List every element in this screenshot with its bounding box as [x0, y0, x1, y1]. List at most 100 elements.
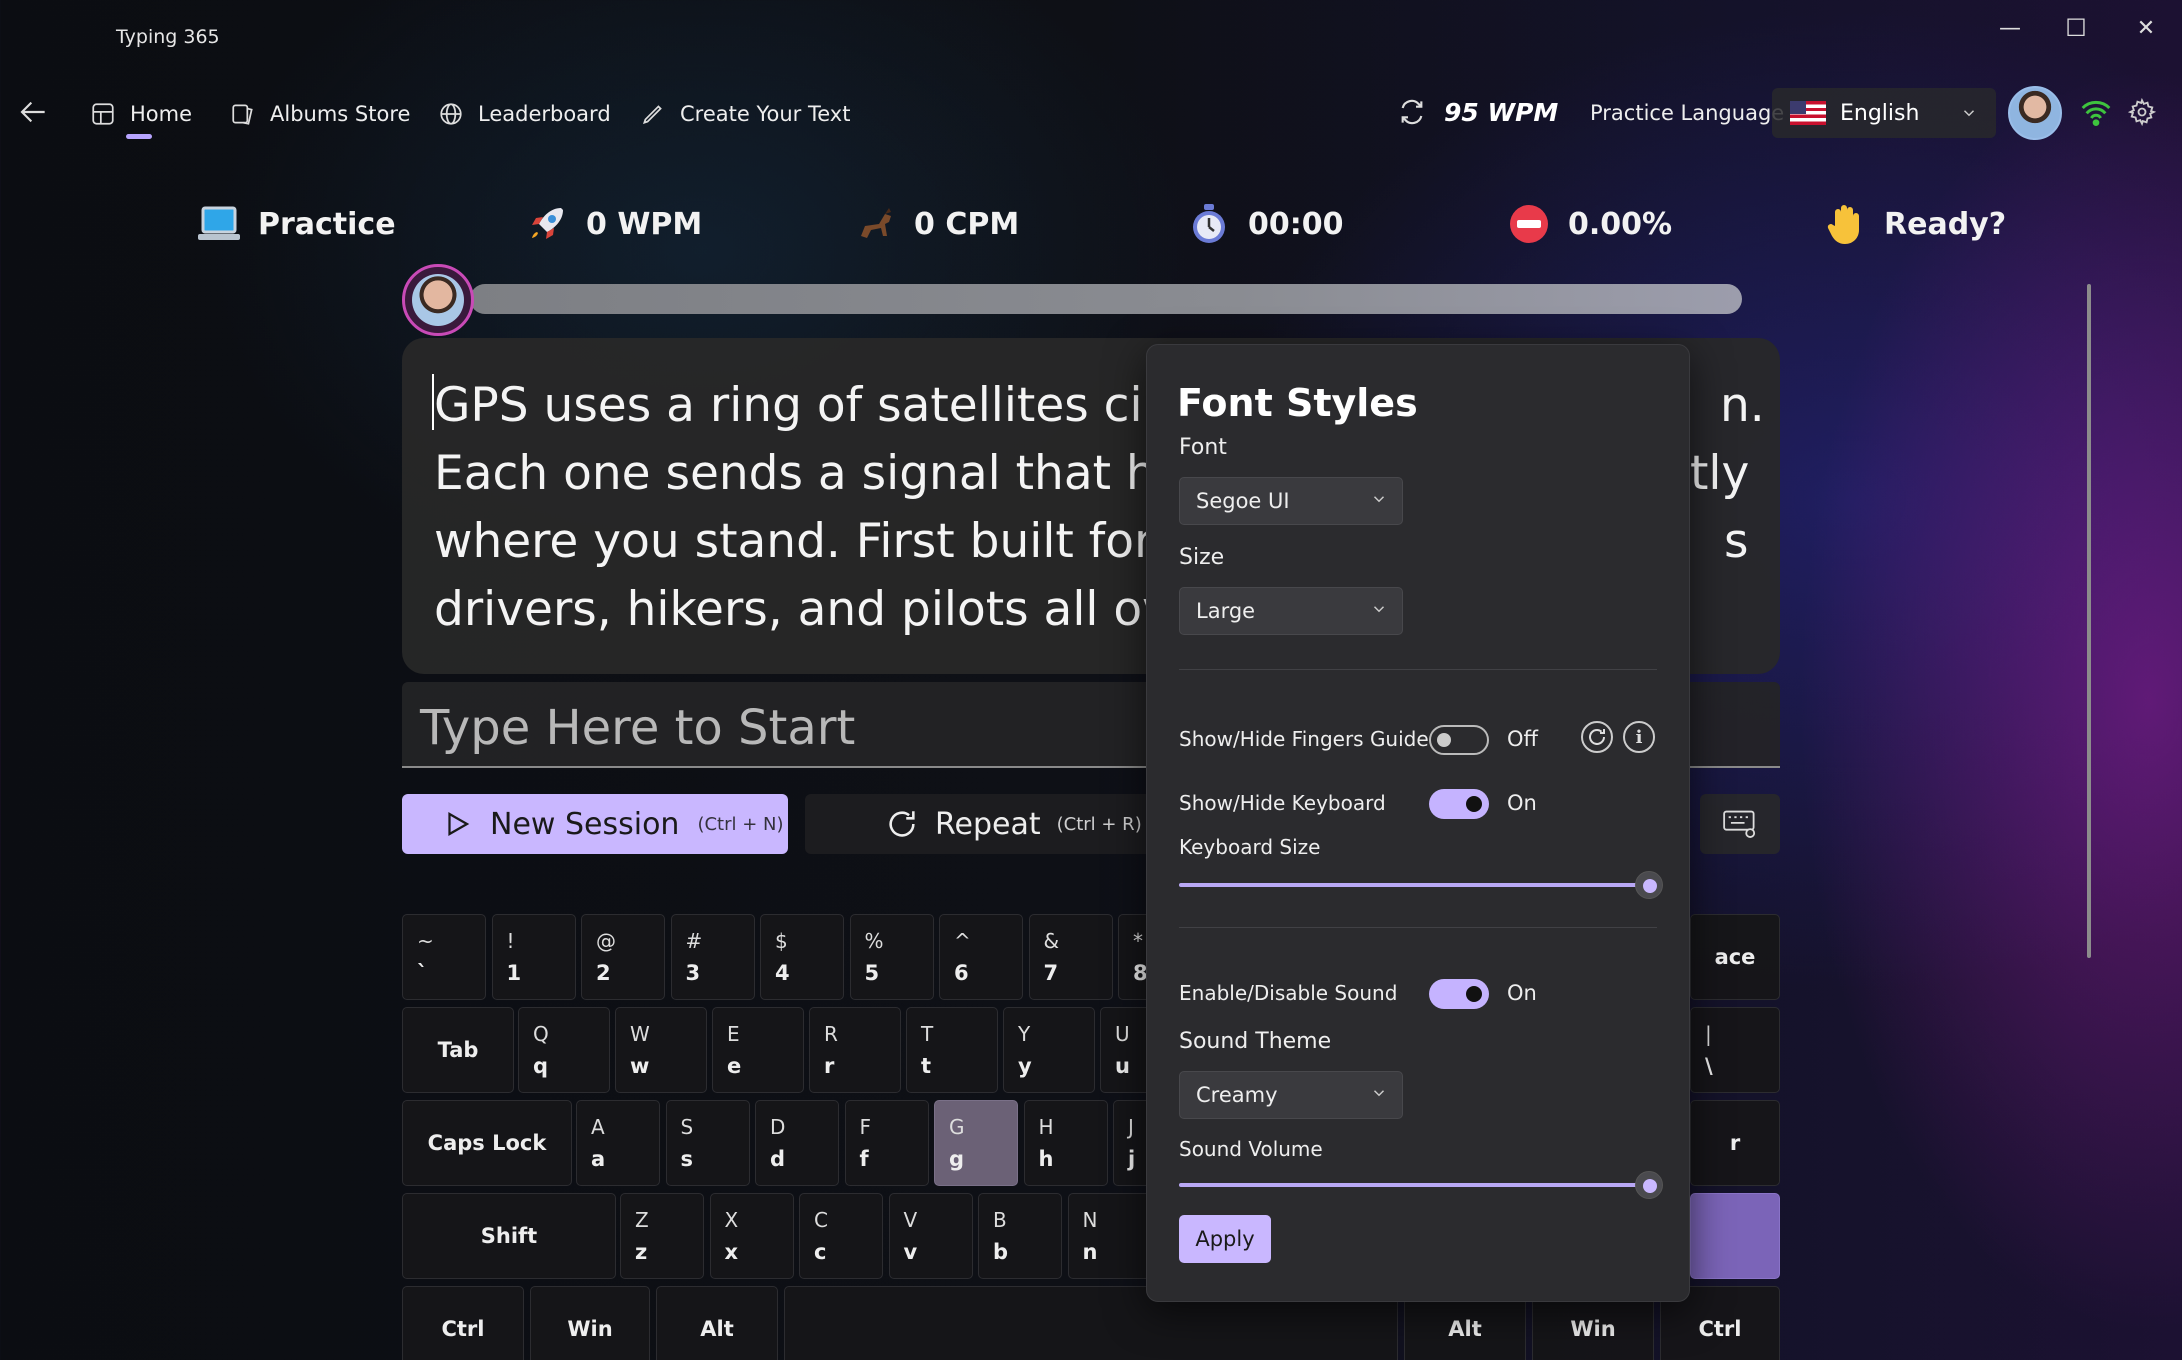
key-4[interactable]: $4: [760, 914, 844, 1000]
language-select[interactable]: English: [1772, 88, 1996, 138]
key-shift-char: C: [814, 1208, 828, 1232]
key-b[interactable]: Bb: [978, 1193, 1062, 1279]
key-shift-char: $: [775, 929, 788, 953]
key-shift-char: T: [921, 1022, 934, 1046]
keyboard-size-slider[interactable]: [1179, 871, 1663, 899]
key-f[interactable]: Ff: [844, 1100, 929, 1186]
key-`[interactable]: ~ `: [402, 914, 486, 1000]
key-alt-left[interactable]: Alt: [656, 1286, 778, 1360]
divider: [1179, 669, 1657, 670]
fingers-guide-label: Show/Hide Fingers Guide: [1179, 727, 1429, 751]
key-d[interactable]: Dd: [755, 1100, 839, 1186]
key-caps-lock[interactable]: Caps Lock: [402, 1100, 572, 1186]
key-char: g: [949, 1147, 965, 1171]
key-char: b: [993, 1240, 1009, 1264]
key-g[interactable]: Gg: [934, 1100, 1018, 1186]
key-2[interactable]: @2: [581, 914, 665, 1000]
key-r[interactable]: Rr: [809, 1007, 901, 1093]
info-button[interactable]: i: [1623, 721, 1655, 753]
nav-home[interactable]: Home: [90, 96, 192, 132]
passage-line-2-end: tly: [1690, 446, 1750, 501]
key-5[interactable]: % 5: [849, 914, 934, 1000]
slider-thumb[interactable]: [1635, 871, 1663, 899]
new-session-button[interactable]: New Session (Ctrl + N): [402, 794, 788, 854]
key-char: 7: [1043, 961, 1059, 985]
apply-button[interactable]: Apply: [1179, 1215, 1271, 1263]
settings-gear-icon[interactable]: [2127, 97, 2157, 130]
user-avatar[interactable]: [2008, 86, 2062, 140]
key-shift-left[interactable]: Shift: [402, 1193, 616, 1279]
repeat-button[interactable]: Repeat (Ctrl + R): [805, 794, 1165, 854]
keyboard-settings-button[interactable]: [1700, 794, 1780, 854]
sound-volume-slider[interactable]: [1179, 1171, 1663, 1199]
nav-albums-store[interactable]: Albums Store: [230, 96, 410, 132]
key-backspace[interactable]: ace: [1690, 914, 1780, 1000]
key-t[interactable]: Tt: [906, 1007, 998, 1093]
fingers-guide-toggle[interactable]: [1429, 725, 1489, 755]
minimize-button[interactable]: —: [1980, 8, 2040, 48]
play-icon: [448, 812, 470, 836]
key-z[interactable]: Zz: [620, 1193, 704, 1279]
key-enter[interactable]: r: [1690, 1100, 1780, 1186]
key-y[interactable]: Yy: [1003, 1007, 1095, 1093]
new-session-label: New Session: [490, 806, 680, 842]
key-shift-char: @: [596, 929, 616, 953]
key-shift-char: D: [770, 1115, 786, 1139]
key-1[interactable]: ! 1: [491, 914, 576, 1000]
key-char: 5: [864, 961, 880, 985]
sound-toggle[interactable]: [1429, 979, 1489, 1009]
key-char: z: [635, 1240, 648, 1264]
key-x[interactable]: Xx: [709, 1193, 794, 1279]
scrollbar[interactable]: [2087, 284, 2091, 958]
key-shift-char: J: [1128, 1115, 1134, 1139]
show-keyboard-toggle[interactable]: [1429, 789, 1489, 819]
slider-thumb[interactable]: [1635, 1171, 1663, 1199]
key-v[interactable]: Vv: [888, 1193, 973, 1279]
nav-leaderboard[interactable]: Leaderboard: [438, 96, 611, 132]
chevron-down-icon: [1373, 496, 1385, 503]
maximize-button[interactable]: ☐: [2046, 8, 2106, 48]
close-button[interactable]: ✕: [2116, 8, 2176, 48]
key-tab[interactable]: Tab: [402, 1007, 514, 1093]
stat-error: 0.00%: [1506, 196, 1672, 252]
size-select[interactable]: Large: [1179, 587, 1403, 635]
stat-cpm: 0 CPM: [852, 196, 1019, 252]
key-char: \: [1705, 1054, 1713, 1078]
key-n[interactable]: Nn: [1067, 1193, 1152, 1279]
font-select[interactable]: Segoe UI: [1179, 477, 1403, 525]
key-ctrl-left[interactable]: Ctrl: [402, 1286, 524, 1360]
key-char: `: [417, 961, 428, 985]
sound-theme-select[interactable]: Creamy: [1179, 1071, 1403, 1119]
key-6[interactable]: ^ 6: [939, 914, 1023, 1000]
key-shift-char: *: [1133, 929, 1143, 953]
key-7[interactable]: & 7: [1028, 914, 1113, 1000]
pen-icon: [642, 105, 662, 125]
key-shift-right[interactable]: [1690, 1193, 1780, 1279]
key-char: n: [1082, 1240, 1098, 1264]
key-c[interactable]: Cc: [799, 1193, 883, 1279]
key-shift-char: ~: [417, 929, 434, 953]
key-char: t: [921, 1054, 932, 1078]
reset-fingers-button[interactable]: [1581, 721, 1613, 753]
us-flag-icon: [1790, 101, 1826, 125]
sound-state: On: [1507, 981, 1537, 1005]
key-s[interactable]: Ss: [665, 1100, 750, 1186]
key-e[interactable]: Ee: [712, 1007, 804, 1093]
key-char: v: [903, 1240, 918, 1264]
horse-icon: [852, 201, 898, 247]
key-q[interactable]: Qq: [518, 1007, 610, 1093]
key-backslash[interactable]: | \: [1690, 1007, 1780, 1093]
passage-line-3: where you stand. First built for t: [434, 514, 1187, 569]
size-select-value: Large: [1196, 599, 1256, 623]
key-shift-char: A: [591, 1115, 605, 1139]
key-3[interactable]: #3: [670, 914, 755, 1000]
nav-active-indicator: [126, 134, 152, 139]
nav-create-text[interactable]: Create Your Text: [640, 96, 850, 132]
key-a[interactable]: Aa: [576, 1100, 660, 1186]
key-w[interactable]: Ww: [615, 1007, 707, 1093]
key-shift-char: #: [685, 929, 703, 953]
back-button[interactable]: [18, 96, 54, 132]
sound-label: Enable/Disable Sound: [1179, 981, 1398, 1005]
key-h[interactable]: Hh: [1023, 1100, 1108, 1186]
key-win-left[interactable]: Win: [530, 1286, 650, 1360]
